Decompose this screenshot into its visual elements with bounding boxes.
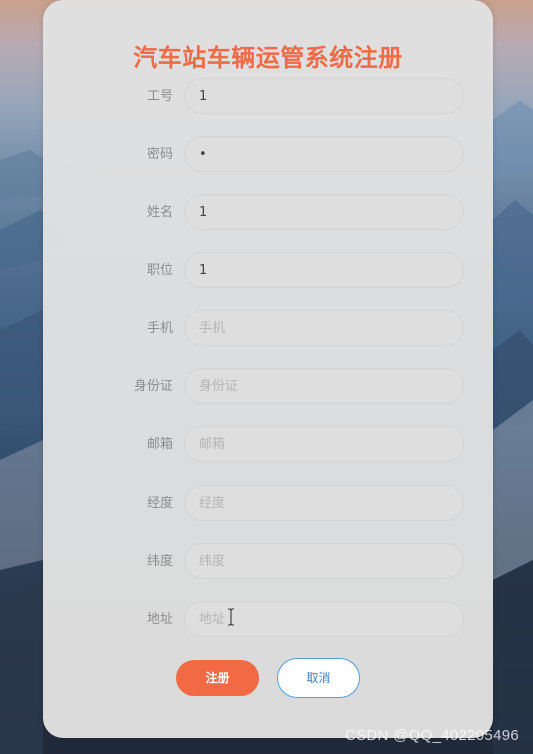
address-label: 地址 [146, 612, 173, 627]
field-row-password: 密码 [43, 136, 493, 174]
password-input[interactable] [184, 136, 464, 172]
field-row-name: 姓名 [43, 194, 493, 232]
id-card-input[interactable] [184, 368, 464, 404]
phone-label: 手机 [146, 321, 173, 336]
address-input[interactable] [184, 601, 464, 637]
position-label: 职位 [146, 263, 173, 278]
register-card: 汽车站车辆运管系统注册 工号 密码 姓名 职位 手机 身份证 邮箱 经度 纬度 … [43, 0, 493, 738]
email-input[interactable] [184, 426, 464, 462]
cancel-button[interactable]: 取消 [277, 658, 360, 698]
field-row-latitude: 纬度 [43, 543, 493, 581]
page-title: 汽车站车辆运管系统注册 [133, 44, 403, 72]
id-card-label: 身份证 [133, 379, 173, 394]
field-row-address: 地址 [43, 601, 493, 639]
position-input[interactable] [184, 252, 464, 288]
field-row-employee-id: 工号 [43, 78, 493, 116]
name-input[interactable] [184, 194, 464, 230]
employee-id-input[interactable] [184, 78, 464, 114]
text-cursor-icon [228, 608, 234, 626]
longitude-input[interactable] [184, 485, 464, 521]
register-button[interactable]: 注册 [176, 660, 259, 696]
longitude-label: 经度 [146, 496, 173, 511]
phone-input[interactable] [184, 310, 464, 346]
field-row-position: 职位 [43, 252, 493, 290]
latitude-label: 纬度 [146, 554, 173, 569]
field-row-longitude: 经度 [43, 485, 493, 523]
employee-id-label: 工号 [146, 89, 173, 104]
watermark-text: CSDN @QQ_402205496 [344, 727, 519, 744]
name-label: 姓名 [146, 205, 173, 220]
email-label: 邮箱 [146, 437, 173, 452]
field-row-email: 邮箱 [43, 426, 493, 464]
latitude-input[interactable] [184, 543, 464, 579]
password-label: 密码 [146, 147, 173, 162]
field-row-phone: 手机 [43, 310, 493, 348]
field-row-id-card: 身份证 [43, 368, 493, 406]
